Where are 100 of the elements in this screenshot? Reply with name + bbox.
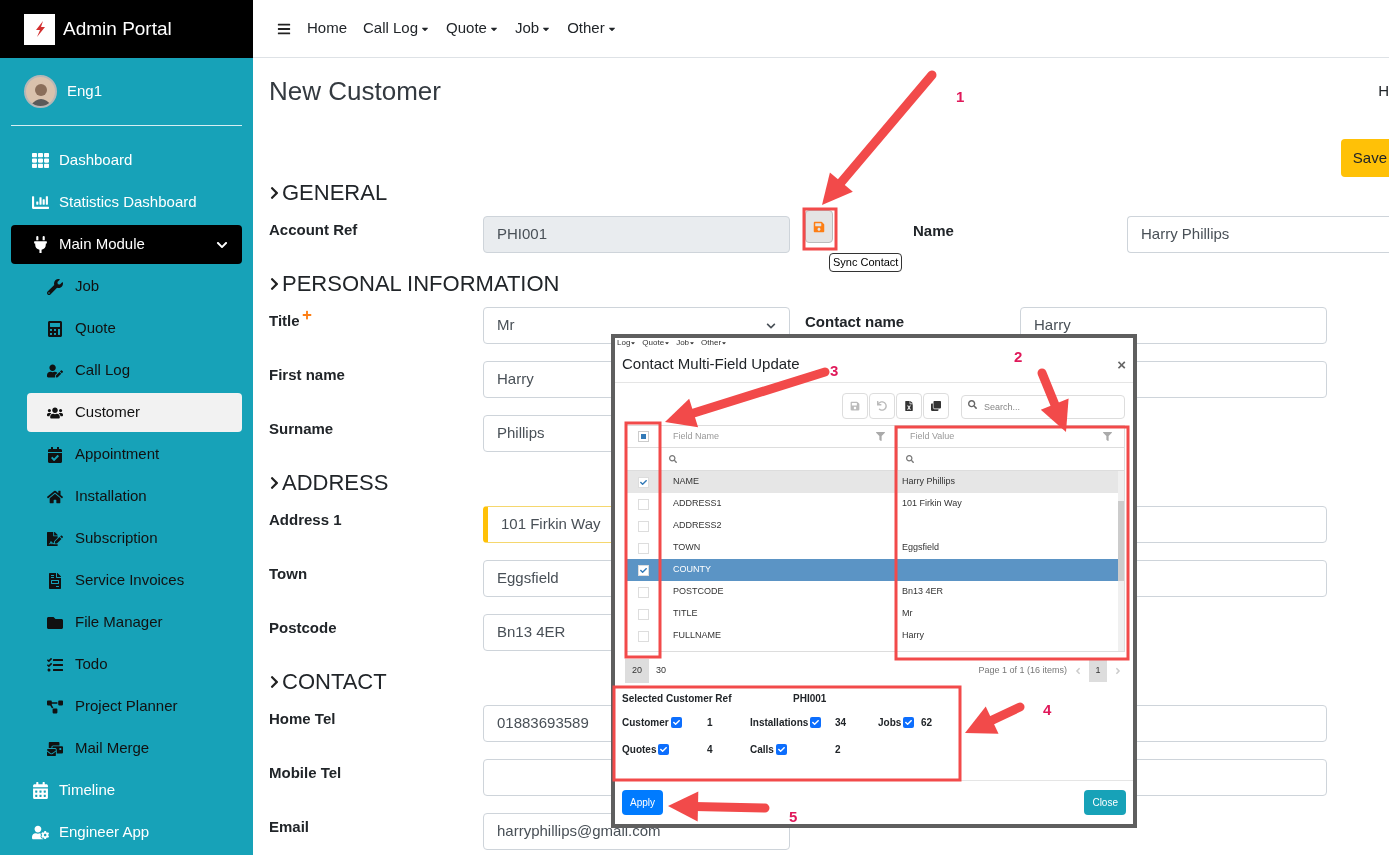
field-label: Contact name [805,313,905,330]
search-icon[interactable] [669,455,677,463]
previous-icon[interactable] [1073,666,1083,676]
nav-link[interactable]: Home [307,17,347,40]
corner-text: H [1378,81,1389,102]
menu-link[interactable]: Job [676,338,690,347]
chevron-icon [766,320,776,331]
table-row[interactable]: TITLE Mr [626,603,1118,625]
field-label: Email [269,817,310,837]
field-label: Account Ref [269,220,358,240]
chevron-icon [269,277,280,291]
annotation-number: 4 [1043,700,1052,720]
count-label: Installations [750,716,809,730]
page-size-option[interactable]: 30 [649,659,674,683]
next-icon[interactable] [1113,666,1123,676]
menu-link[interactable]: Quote [642,338,665,347]
summary-label: Selected Customer Ref [622,691,733,706]
toolbar-button[interactable] [923,393,949,419]
field-label: Town [269,564,308,584]
tooltip: Sync Contact [829,253,903,272]
save-icon [850,401,860,411]
checkbox[interactable] [638,476,649,488]
checkbox[interactable] [658,744,670,755]
logo-icon [24,13,55,45]
table-cell-text: FULLNAME [672,629,722,643]
filter-icon[interactable] [1103,432,1112,441]
table-row[interactable]: ADDRESS1 101 Firkin Way [626,493,1118,515]
sidebar-subitem[interactable]: Project Planner [27,687,242,726]
sidebar-subitem[interactable]: Todo [27,645,242,684]
sidebar-subitem[interactable]: Installation [27,477,242,516]
sidebar-subitem[interactable]: Mail Merge [27,729,242,768]
nav-link[interactable]: Call Log [363,17,431,40]
sidebar-subitem[interactable]: Quote [27,309,242,348]
checkbox[interactable] [670,717,682,728]
menu-link[interactable]: Log [617,338,631,347]
field-label: Surname [269,419,334,439]
apply-button[interactable]: Apply [622,790,663,815]
sidebar-subitem[interactable]: Service Invoices [27,561,242,600]
sidebar-subitem[interactable]: Appointment [27,435,242,474]
table-row[interactable]: FULLNAME Harry [626,625,1118,647]
count-label: Quotes [622,743,657,757]
checkbox[interactable] [775,744,787,755]
sidebar-subitem[interactable]: Call Log [27,351,242,390]
sidebar-subitem[interactable]: Job [27,267,242,306]
user-name: Eng1 [67,81,103,102]
page-info: Page 1 of 1 (16 items) [978,664,1067,678]
search-icon [968,400,977,409]
table-cell-text: TITLE [672,607,699,621]
search-icon[interactable] [906,455,914,463]
table-cell-text: NAME [672,475,700,489]
save-icon [813,220,825,233]
sidebar-subitem[interactable]: File Manager [27,603,242,642]
section-heading: GENERAL [282,180,388,206]
checkbox[interactable] [637,431,649,442]
checkbox[interactable] [638,498,649,510]
checkbox[interactable] [638,586,649,598]
annotation-number: 5 [789,807,798,827]
count-label: Jobs [878,716,902,730]
page-size-option[interactable]: 20 [625,659,649,683]
checkbox[interactable] [638,630,649,642]
checkbox[interactable] [810,717,822,728]
field-label: Address 1 [269,510,342,530]
toolbar-button[interactable] [896,393,922,419]
scrollbar[interactable] [1118,471,1124,651]
filter-icon[interactable] [876,432,885,441]
checkbox[interactable] [638,520,649,532]
page-button[interactable]: 1 [1089,660,1107,682]
table-row[interactable]: TOWN Eggsfield [626,537,1118,559]
table-row[interactable]: ADDRESS2 [626,515,1118,537]
table-row[interactable]: POSTCODE Bn13 4ER [626,581,1118,603]
sidebar-subitem[interactable]: Subscription [27,519,242,558]
menu-link[interactable]: Other [701,338,722,347]
menu-icon[interactable] [277,21,291,36]
count-value: 34 [835,716,847,730]
sidebar-item[interactable]: Main Module [11,225,242,264]
search-field[interactable]: Search... [961,395,1125,419]
folder-icon [47,614,63,631]
checkbox[interactable] [638,608,649,620]
table-cell-text: Eggsfield [901,541,941,555]
save-button[interactable]: Save [1340,139,1389,177]
input-field[interactable]: Harry [1020,307,1327,344]
nav-link[interactable]: Quote [446,17,499,40]
nav-link[interactable]: Job [514,17,552,40]
checklist-icon [47,656,63,673]
house-icon [47,488,63,505]
close-button[interactable]: × [1117,357,1126,372]
annotation-number: 2 [1014,347,1023,367]
nav-link[interactable]: Other [567,17,617,40]
table-cell-text: TOWN [672,541,702,555]
mail-icon [47,740,63,757]
sidebar-subitem[interactable]: Customer [27,393,242,432]
spreadsheet-icon [904,401,914,411]
table-cell-text: 101 Firkin Way [901,497,963,511]
table-row[interactable]: NAME Harry Phillips [626,471,1118,493]
table-cell-text: Harry [901,629,925,643]
checkbox[interactable] [638,542,649,554]
count-label: Customer [622,716,669,730]
copy-icon [931,401,941,411]
checkbox[interactable] [638,564,649,576]
checkbox[interactable] [903,717,915,728]
